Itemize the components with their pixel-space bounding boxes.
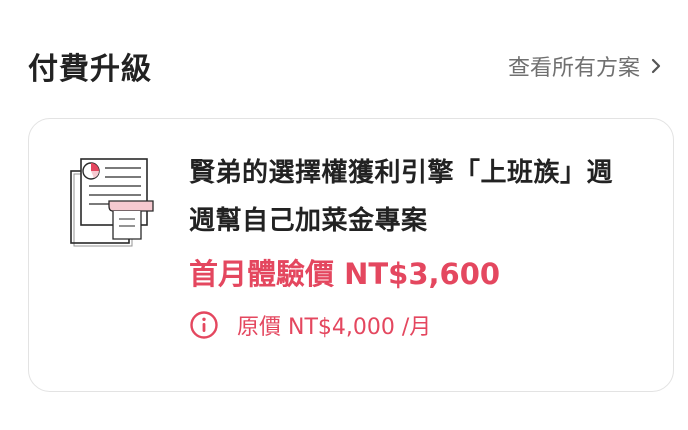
see-all-plans-link[interactable]: 查看所有方案 — [508, 50, 664, 82]
section-title: 付費升級 — [28, 52, 152, 87]
plan-card[interactable]: 賢弟的選擇權獲利引擎「上班族」週週幫自己加菜金專案 首月體驗價 NT$3,600… — [28, 118, 674, 392]
plan-title: 賢弟的選擇權獲利引擎「上班族」週週幫自己加菜金專案 — [189, 158, 614, 236]
see-all-plans-label: 查看所有方案 — [507, 56, 640, 81]
document-chart-icon — [70, 158, 154, 247]
promo-price: 首月體驗價 NT$3,600 — [189, 257, 501, 291]
original-price-row: 原價 NT$4,000 /月 — [189, 309, 431, 341]
section-header: 付費升級 查看所有方案 — [0, 0, 688, 118]
info-icon — [190, 311, 218, 339]
chevron-right-icon — [651, 58, 661, 74]
original-price: 原價 NT$4,000 /月 — [237, 315, 432, 340]
